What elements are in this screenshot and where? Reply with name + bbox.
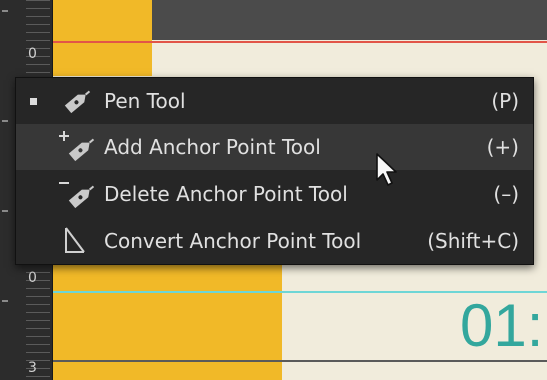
mouse-pointer-icon	[376, 153, 397, 186]
ruler-label: 0	[28, 46, 37, 62]
canvas-bottom-line	[52, 360, 547, 362]
menu-item-pen-tool[interactable]: Pen Tool (P)	[16, 78, 533, 124]
selected-indicator	[30, 98, 37, 105]
orange-shape-bottom	[52, 260, 282, 380]
ruler-label: 0	[28, 270, 37, 286]
delete-anchor-point-icon	[59, 182, 95, 209]
red-guide-line	[52, 41, 547, 43]
ruler-notch	[2, 120, 8, 122]
ruler-notch	[2, 10, 8, 12]
ruler-label: 3	[28, 360, 37, 376]
menu-item-label: Add Anchor Point Tool	[104, 135, 321, 159]
add-anchor-point-icon	[59, 131, 95, 162]
menu-item-shortcut: (–)	[493, 182, 519, 206]
timecode-number: 01:	[460, 292, 544, 359]
menu-item-label: Delete Anchor Point Tool	[104, 182, 348, 206]
orange-shape-top	[52, 0, 152, 76]
menu-item-convert-anchor-point-tool[interactable]: Convert Anchor Point Tool (Shift+C)	[16, 218, 533, 264]
menu-item-label: Convert Anchor Point Tool	[104, 229, 362, 253]
pen-tool-flyout-menu: Pen Tool (P) Add Anchor Point Tool (+) D…	[15, 77, 534, 265]
menu-item-label: Pen Tool	[104, 89, 186, 113]
menu-item-delete-anchor-point-tool[interactable]: Delete Anchor Point Tool (–)	[16, 171, 533, 217]
menu-item-shortcut: (Shift+C)	[427, 229, 519, 253]
pen-icon	[64, 90, 91, 114]
convert-anchor-point-icon	[65, 227, 85, 253]
ruler-notch	[2, 300, 8, 302]
menu-item-shortcut: (+)	[486, 135, 519, 159]
ruler-notch	[2, 210, 8, 212]
menu-item-shortcut: (P)	[491, 89, 519, 113]
menu-item-add-anchor-point-tool[interactable]: Add Anchor Point Tool (+)	[16, 124, 533, 170]
